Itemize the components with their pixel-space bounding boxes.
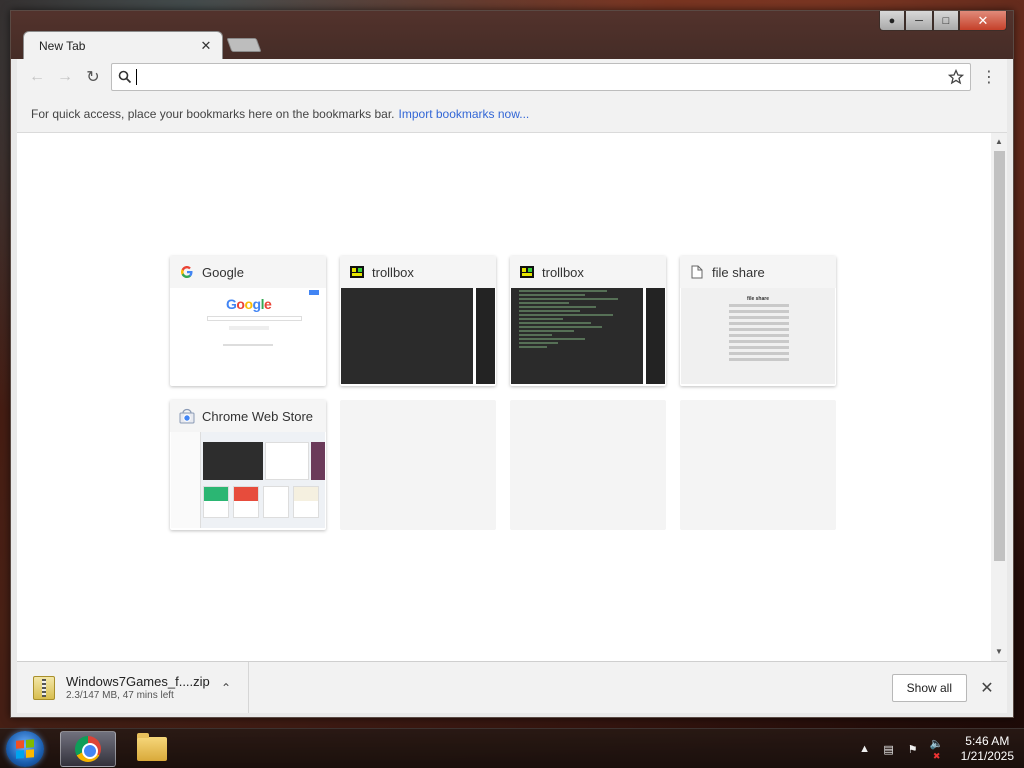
- tile-trollbox[interactable]: trollbox: [340, 256, 496, 386]
- download-item[interactable]: Windows7Games_f....zip 2.3/147 MB, 47 mi…: [17, 662, 249, 713]
- tile-title: file share: [712, 264, 765, 280]
- tile-thumbnail: file share: [681, 288, 835, 384]
- thumb-chat-lines: [519, 290, 629, 350]
- web-store-icon: [179, 408, 195, 424]
- tile-header: Chrome Web Store: [170, 400, 326, 432]
- tab-new-tab[interactable]: New Tab ✕: [23, 31, 223, 59]
- clock-time: 5:46 AM: [965, 734, 1010, 748]
- document-icon: [689, 264, 705, 280]
- bookmark-star-icon[interactable]: [948, 69, 964, 85]
- bookmarks-bar-message: For quick access, place your bookmarks h…: [31, 106, 395, 121]
- google-icon: [179, 264, 195, 280]
- scrollbar-thumb[interactable]: [994, 151, 1005, 561]
- tab-close-icon[interactable]: ✕: [198, 38, 214, 54]
- tile-title: trollbox: [372, 264, 414, 280]
- thumb-sidebar: [171, 432, 201, 528]
- tile-empty: [510, 400, 666, 530]
- folder-icon: [137, 733, 167, 761]
- address-bar[interactable]: [111, 63, 971, 91]
- new-tab-button[interactable]: [226, 38, 262, 52]
- new-tab-page: Google Google trollbox trollbox file sha…: [17, 133, 1007, 661]
- clock-date: 1/21/2025: [960, 749, 1014, 763]
- zip-file-icon: [33, 675, 55, 700]
- tile-empty: [680, 400, 836, 530]
- thumb-file-rows: [729, 304, 789, 364]
- download-status: 2.3/147 MB, 47 mins left: [66, 690, 174, 701]
- import-bookmarks-link[interactable]: Import bookmarks now...: [399, 107, 530, 121]
- tile-title: Chrome Web Store: [202, 408, 314, 424]
- volume-muted-icon[interactable]: 🔈✖: [927, 737, 947, 762]
- tile-title: Google: [202, 264, 244, 280]
- show-hidden-icons-icon[interactable]: ▲: [855, 743, 875, 755]
- minimize-button[interactable]: ─: [905, 11, 933, 31]
- system-tray: ▲ ▤ ⚑ 🔈✖ 5:46 AM 1/21/2025: [851, 729, 1014, 768]
- tile-thumbnail: Google: [171, 288, 325, 384]
- thumb-heading: file share: [747, 296, 769, 302]
- close-icon[interactable]: ✕: [967, 678, 1007, 698]
- tile-header: trollbox: [340, 256, 496, 288]
- clock[interactable]: 5:46 AM 1/21/2025: [961, 734, 1014, 764]
- start-button[interactable]: [6, 731, 44, 767]
- tile-trollbox[interactable]: trollbox: [510, 256, 666, 386]
- tile-empty: [340, 400, 496, 530]
- tile-header: trollbox: [510, 256, 666, 288]
- thumb-app-card: [203, 486, 229, 518]
- thumb-app-card: [263, 486, 289, 518]
- tile-header: Google: [170, 256, 326, 288]
- tile-chrome-web-store[interactable]: Chrome Web Store: [170, 400, 326, 530]
- maximize-button[interactable]: □: [933, 11, 959, 31]
- thumb-sidebar: [473, 288, 495, 384]
- tile-title: trollbox: [542, 264, 584, 280]
- thumb-buttons: [229, 326, 269, 330]
- thumb-signin: [309, 290, 319, 295]
- tile-thumbnail: [341, 288, 495, 384]
- thumb-banner: [203, 442, 263, 480]
- reload-button[interactable]: ↻: [79, 63, 107, 91]
- chrome-window: ● ─ □ ✕ New Tab ✕ ← → ↻ ⋮ For quick acce…: [10, 10, 1014, 718]
- search-icon: [118, 70, 132, 84]
- download-filename: Windows7Games_f....zip: [66, 674, 210, 689]
- bookmarks-bar: For quick access, place your bookmarks h…: [17, 95, 1007, 133]
- tile-thumbnail: [511, 288, 665, 384]
- chrome-icon: [75, 736, 101, 762]
- trollbox-icon: [519, 264, 535, 280]
- scroll-down-icon[interactable]: ▼: [991, 645, 1007, 659]
- forward-button[interactable]: →: [51, 63, 79, 91]
- tile-google[interactable]: Google Google: [170, 256, 326, 386]
- back-button[interactable]: ←: [23, 63, 51, 91]
- action-center-flag-icon[interactable]: ⚑: [903, 743, 923, 756]
- thumb-banner: [311, 442, 325, 480]
- thumb-search-box: [207, 316, 302, 321]
- menu-icon[interactable]: ⋮: [977, 67, 1001, 87]
- profile-icon[interactable]: ●: [879, 11, 905, 31]
- scroll-up-icon[interactable]: ▲: [991, 135, 1007, 149]
- tile-file-share[interactable]: file share file share: [680, 256, 836, 386]
- trollbox-icon: [349, 264, 365, 280]
- google-logo: Google: [226, 296, 272, 312]
- taskbar-explorer[interactable]: [124, 731, 180, 767]
- window-controls: ● ─ □ ✕: [879, 11, 1007, 31]
- tab-title: New Tab: [39, 38, 86, 53]
- taskbar: ▲ ▤ ⚑ 🔈✖ 5:46 AM 1/21/2025: [0, 728, 1024, 768]
- tile-thumbnail: [171, 432, 325, 528]
- show-all-button[interactable]: Show all: [891, 673, 967, 702]
- toolbar: ← → ↻ ⋮: [17, 59, 1007, 95]
- most-visited-tiles: Google Google trollbox trollbox file sha…: [170, 256, 840, 530]
- chevron-up-icon[interactable]: ⌃: [214, 681, 238, 695]
- vertical-scrollbar[interactable]: ▲ ▼: [991, 133, 1007, 661]
- thumb-banner: [265, 442, 309, 480]
- thumb-app-card: [293, 486, 319, 518]
- network-icon[interactable]: ▤: [879, 743, 899, 756]
- omnibox-input[interactable]: [137, 66, 948, 88]
- tile-header: file share: [680, 256, 836, 288]
- windows-logo-icon: [16, 739, 34, 759]
- taskbar-chrome[interactable]: [60, 731, 116, 767]
- thumb-app-card: [233, 486, 259, 518]
- download-shelf: Windows7Games_f....zip 2.3/147 MB, 47 mi…: [17, 661, 1007, 713]
- thumb-footer: [223, 344, 273, 346]
- close-window-button[interactable]: ✕: [959, 11, 1007, 31]
- thumb-sidebar: [643, 288, 665, 384]
